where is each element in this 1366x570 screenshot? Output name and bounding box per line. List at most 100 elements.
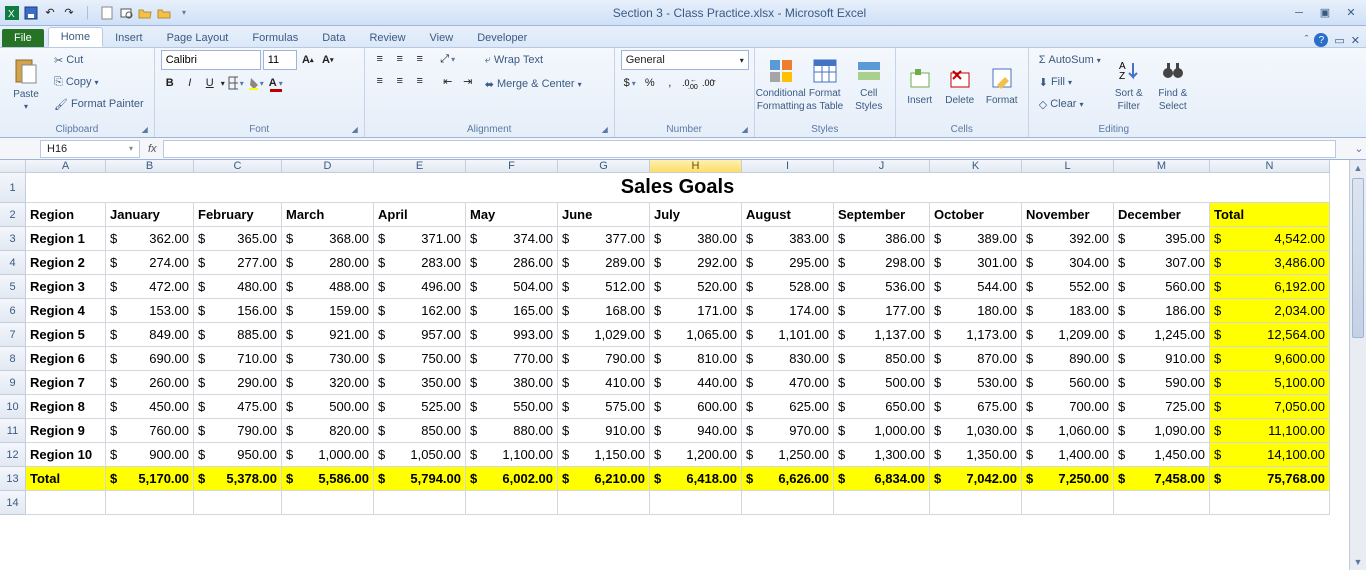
data-cell[interactable]: $957.00: [374, 323, 466, 347]
data-cell[interactable]: $1,060.00: [1022, 419, 1114, 443]
col-header-N[interactable]: N: [1210, 160, 1330, 173]
col-total-cell[interactable]: $7,458.00: [1114, 467, 1210, 491]
font-name-input[interactable]: [161, 50, 261, 70]
formula-input[interactable]: [163, 140, 1336, 158]
comma-format-icon[interactable]: ,: [661, 74, 679, 92]
data-cell[interactable]: $480.00: [194, 275, 282, 299]
header-cell[interactable]: January: [106, 203, 194, 227]
empty-cell[interactable]: [374, 491, 466, 515]
data-cell[interactable]: $760.00: [106, 419, 194, 443]
data-cell[interactable]: $530.00: [930, 371, 1022, 395]
data-cell[interactable]: $850.00: [834, 347, 930, 371]
data-cell[interactable]: $560.00: [1022, 371, 1114, 395]
data-cell[interactable]: $528.00: [742, 275, 834, 299]
scroll-down-icon[interactable]: ▼: [1350, 554, 1366, 570]
data-cell[interactable]: $1,050.00: [374, 443, 466, 467]
fx-icon[interactable]: fx: [148, 143, 157, 155]
col-header-G[interactable]: G: [558, 160, 650, 173]
align-center-icon[interactable]: ≡: [391, 72, 409, 90]
data-cell[interactable]: $550.00: [466, 395, 558, 419]
decrease-indent-icon[interactable]: ⇤: [439, 72, 457, 90]
empty-cell[interactable]: [1114, 491, 1210, 515]
data-cell[interactable]: $1,150.00: [558, 443, 650, 467]
data-cell[interactable]: $488.00: [282, 275, 374, 299]
data-cell[interactable]: $1,030.00: [930, 419, 1022, 443]
increase-decimal-icon[interactable]: .0←.00: [681, 74, 699, 92]
row-total-cell[interactable]: $5,100.00: [1210, 371, 1330, 395]
tab-view[interactable]: View: [418, 29, 466, 47]
data-cell[interactable]: $849.00: [106, 323, 194, 347]
region-label[interactable]: Region 7: [26, 371, 106, 395]
row-total-cell[interactable]: $3,486.00: [1210, 251, 1330, 275]
empty-cell[interactable]: [742, 491, 834, 515]
tab-data[interactable]: Data: [310, 29, 357, 47]
scroll-up-icon[interactable]: ▲: [1350, 160, 1366, 176]
data-cell[interactable]: $180.00: [930, 299, 1022, 323]
data-cell[interactable]: $440.00: [650, 371, 742, 395]
row-header-5[interactable]: 5: [0, 275, 26, 299]
minimize-button[interactable]: ─: [1288, 5, 1310, 21]
number-launcher-icon[interactable]: ◢: [742, 125, 748, 134]
data-cell[interactable]: $880.00: [466, 419, 558, 443]
col-total-cell[interactable]: $5,794.00: [374, 467, 466, 491]
minimize-ribbon-icon[interactable]: ˆ: [1305, 34, 1309, 46]
data-cell[interactable]: $1,000.00: [282, 443, 374, 467]
scroll-thumb[interactable]: [1352, 178, 1364, 338]
format-painter-button[interactable]: 🖌Format Painter: [50, 94, 148, 114]
data-cell[interactable]: $910.00: [1114, 347, 1210, 371]
align-bottom-icon[interactable]: ≡: [411, 50, 429, 68]
data-cell[interactable]: $810.00: [650, 347, 742, 371]
row-header-6[interactable]: 6: [0, 299, 26, 323]
data-cell[interactable]: $475.00: [194, 395, 282, 419]
data-cell[interactable]: $625.00: [742, 395, 834, 419]
data-cell[interactable]: $307.00: [1114, 251, 1210, 275]
col-header-F[interactable]: F: [466, 160, 558, 173]
row-header-1[interactable]: 1: [0, 173, 26, 203]
data-cell[interactable]: $675.00: [930, 395, 1022, 419]
format-cells-button[interactable]: Format: [982, 50, 1022, 118]
data-cell[interactable]: $770.00: [466, 347, 558, 371]
data-cell[interactable]: $890.00: [1022, 347, 1114, 371]
window-options-icon[interactable]: ▭: [1334, 34, 1344, 47]
col-total-cell[interactable]: $5,586.00: [282, 467, 374, 491]
data-cell[interactable]: $374.00: [466, 227, 558, 251]
close-button[interactable]: ✕: [1340, 5, 1362, 21]
data-cell[interactable]: $320.00: [282, 371, 374, 395]
data-cell[interactable]: $950.00: [194, 443, 282, 467]
font-size-input[interactable]: [263, 50, 297, 70]
empty-cell[interactable]: [650, 491, 742, 515]
print-preview-icon[interactable]: [118, 5, 134, 21]
data-cell[interactable]: $496.00: [374, 275, 466, 299]
increase-indent-icon[interactable]: ⇥: [459, 72, 477, 90]
data-cell[interactable]: $260.00: [106, 371, 194, 395]
data-cell[interactable]: $940.00: [650, 419, 742, 443]
row-header-11[interactable]: 11: [0, 419, 26, 443]
region-label[interactable]: Region 6: [26, 347, 106, 371]
shrink-font-icon[interactable]: A▾: [319, 51, 337, 69]
data-cell[interactable]: $1,101.00: [742, 323, 834, 347]
alignment-launcher-icon[interactable]: ◢: [602, 125, 608, 134]
data-cell[interactable]: $174.00: [742, 299, 834, 323]
col-total-cell[interactable]: $6,418.00: [650, 467, 742, 491]
tab-developer[interactable]: Developer: [465, 29, 539, 47]
paste-button[interactable]: Paste▾: [6, 50, 46, 118]
data-cell[interactable]: $362.00: [106, 227, 194, 251]
clipboard-launcher-icon[interactable]: ◢: [142, 125, 148, 134]
border-button[interactable]: [227, 74, 245, 92]
col-total-cell[interactable]: $5,378.00: [194, 467, 282, 491]
save-icon[interactable]: [23, 5, 39, 21]
data-cell[interactable]: $450.00: [106, 395, 194, 419]
data-cell[interactable]: $575.00: [558, 395, 650, 419]
data-cell[interactable]: $1,200.00: [650, 443, 742, 467]
row-total-cell[interactable]: $14,100.00: [1210, 443, 1330, 467]
col-header-D[interactable]: D: [282, 160, 374, 173]
data-cell[interactable]: $790.00: [558, 347, 650, 371]
data-cell[interactable]: $1,400.00: [1022, 443, 1114, 467]
empty-cell[interactable]: [930, 491, 1022, 515]
copy-button[interactable]: ⎘Copy▾: [50, 72, 148, 92]
data-cell[interactable]: $500.00: [834, 371, 930, 395]
align-left-icon[interactable]: ≡: [371, 72, 389, 90]
empty-cell[interactable]: [26, 491, 106, 515]
orientation-icon[interactable]: ⤢: [439, 50, 457, 68]
header-cell[interactable]: May: [466, 203, 558, 227]
